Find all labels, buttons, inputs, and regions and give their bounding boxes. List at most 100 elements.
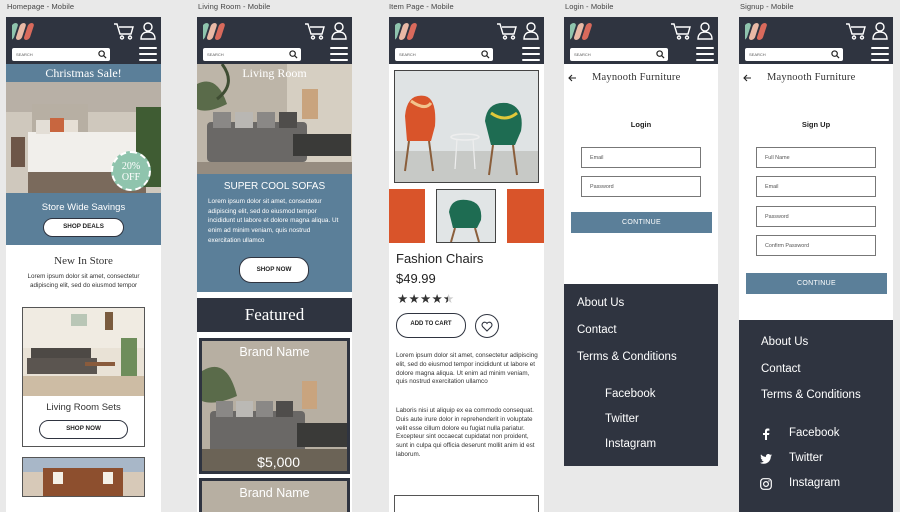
- user-icon[interactable]: [523, 21, 539, 40]
- search-input[interactable]: SEARCH: [570, 48, 668, 61]
- footer-contact[interactable]: Contact: [577, 324, 617, 336]
- signup-footer: About Us Contact Terms & Conditions Face…: [739, 320, 893, 512]
- search-input[interactable]: SEARCH: [745, 48, 843, 61]
- search-input[interactable]: SEARCH: [395, 48, 493, 61]
- logo-icon[interactable]: [745, 22, 775, 40]
- price-1: $5,000: [257, 454, 300, 470]
- bedroom-image: 20% OFF: [6, 82, 161, 193]
- instagram-icon[interactable]: [760, 478, 772, 490]
- menu-icon[interactable]: [522, 47, 540, 61]
- search-placeholder: SEARCH: [399, 52, 416, 57]
- search-icon: [831, 50, 840, 59]
- email-field[interactable]: Email: [581, 147, 701, 168]
- logo-icon[interactable]: [395, 22, 425, 40]
- featured-sofa-image: [202, 341, 347, 471]
- cart-icon[interactable]: [670, 22, 692, 40]
- living-room-card[interactable]: Living Room Sets SHOP NOW: [22, 307, 145, 447]
- cart-icon[interactable]: [113, 22, 135, 40]
- cart-icon[interactable]: [496, 22, 518, 40]
- star-rating: ★★★★★★: [397, 291, 455, 306]
- user-icon[interactable]: [697, 21, 713, 40]
- shop-deals-button[interactable]: SHOP DEALS: [43, 218, 124, 237]
- thumbnail-3[interactable]: [507, 189, 544, 243]
- footer-terms[interactable]: Terms & Conditions: [577, 351, 677, 363]
- product-desc-1: Lorem ipsum dolor sit amet, consectetur …: [396, 352, 538, 386]
- menu-icon[interactable]: [696, 47, 714, 61]
- badge-percent: 20%: [121, 161, 141, 172]
- footer-contact[interactable]: Contact: [761, 363, 801, 375]
- menu-icon[interactable]: [871, 47, 889, 61]
- search-row: SEARCH: [389, 46, 544, 64]
- new-in-desc: Lorem ipsum dolor sit amet, consectetur …: [27, 273, 140, 289]
- twitter-icon[interactable]: [760, 454, 772, 464]
- menu-icon[interactable]: [139, 47, 157, 61]
- footer-instagram[interactable]: Instagram: [789, 477, 840, 489]
- back-arrow-icon[interactable]: [568, 74, 577, 82]
- footer-instagram[interactable]: Instagram: [605, 438, 656, 450]
- thumbnail-2[interactable]: [436, 189, 496, 243]
- bedroom-card[interactable]: [22, 457, 145, 497]
- item-page-frame: SEARCH Fashion Chairs $49.99 ★★★★★★ ADD …: [389, 17, 544, 512]
- top-bar: [6, 17, 161, 46]
- thumbnail-1[interactable]: [389, 189, 425, 243]
- footer-terms[interactable]: Terms & Conditions: [761, 389, 861, 401]
- homepage-frame: SEARCH Christmas Sale! 20% OFF Store Wid…: [6, 17, 161, 512]
- footer-about[interactable]: About Us: [577, 297, 624, 309]
- featured-card-2[interactable]: Brand Name: [199, 478, 350, 512]
- confirm-password-field[interactable]: Confirm Password: [756, 235, 876, 256]
- favorite-button[interactable]: [475, 314, 499, 338]
- living-title: Living Room: [242, 66, 307, 80]
- badge-off: OFF: [121, 172, 141, 183]
- user-icon[interactable]: [331, 21, 347, 40]
- sofas-section: SUPER COOL SOFAS Lorem ipsum dolor sit a…: [197, 174, 352, 292]
- discount-badge: 20% OFF: [111, 151, 151, 191]
- user-icon[interactable]: [872, 21, 888, 40]
- password-field[interactable]: Password: [756, 206, 876, 227]
- facebook-icon[interactable]: [762, 428, 770, 440]
- back-arrow-icon[interactable]: [743, 74, 752, 82]
- footer-twitter[interactable]: Twitter: [605, 413, 639, 425]
- stars-full: ★★★★: [397, 292, 444, 306]
- menu-icon[interactable]: [330, 47, 348, 61]
- store-name: Maynooth Furniture: [767, 72, 856, 83]
- footer-facebook[interactable]: Facebook: [789, 427, 840, 439]
- search-input[interactable]: SEARCH: [203, 48, 301, 61]
- search-row: SEARCH: [739, 46, 893, 64]
- add-to-cart-button[interactable]: ADD TO CART: [396, 313, 466, 338]
- star-half-icon: ★★: [443, 292, 455, 306]
- cart-icon[interactable]: [845, 22, 867, 40]
- logo-icon[interactable]: [12, 22, 42, 40]
- sofas-desc: Lorem ipsum dolor sit amet, consectetur …: [208, 198, 339, 244]
- search-row: SEARCH: [6, 46, 161, 64]
- thumbnail-strip: [389, 189, 544, 243]
- email-field[interactable]: Email: [756, 176, 876, 197]
- top-bar: [197, 17, 352, 46]
- search-placeholder: SEARCH: [207, 52, 224, 57]
- login-continue-button[interactable]: CONTINUE: [571, 212, 712, 233]
- review-box[interactable]: [394, 495, 539, 512]
- featured-card-1[interactable]: Brand Name $5,000: [199, 338, 350, 474]
- top-bar: [739, 17, 893, 46]
- cart-icon[interactable]: [304, 22, 326, 40]
- top-bar: [564, 17, 718, 46]
- new-in-section: New In Store Lorem ipsum dolor sit amet,…: [6, 245, 161, 497]
- sofas-heading: SUPER COOL SOFAS: [223, 181, 326, 192]
- footer-twitter[interactable]: Twitter: [789, 452, 823, 464]
- search-icon: [656, 50, 665, 59]
- password-field[interactable]: Password: [581, 176, 701, 197]
- footer-facebook[interactable]: Facebook: [605, 388, 656, 400]
- living-shop-now-button[interactable]: SHOP NOW: [239, 257, 309, 283]
- logo-icon[interactable]: [570, 22, 600, 40]
- full-name-field[interactable]: Full Name: [756, 147, 876, 168]
- search-placeholder: SEARCH: [16, 52, 33, 57]
- search-icon: [98, 50, 107, 59]
- shop-now-button[interactable]: SHOP NOW: [39, 420, 128, 439]
- footer-about[interactable]: About Us: [761, 336, 808, 348]
- logo-icon[interactable]: [203, 22, 233, 40]
- search-row: SEARCH: [197, 46, 352, 64]
- signup-continue-button[interactable]: CONTINUE: [746, 273, 887, 294]
- frame-label-login: Login - Mobile: [565, 2, 614, 11]
- search-placeholder: SEARCH: [749, 52, 766, 57]
- search-input[interactable]: SEARCH: [12, 48, 110, 61]
- user-icon[interactable]: [140, 21, 156, 40]
